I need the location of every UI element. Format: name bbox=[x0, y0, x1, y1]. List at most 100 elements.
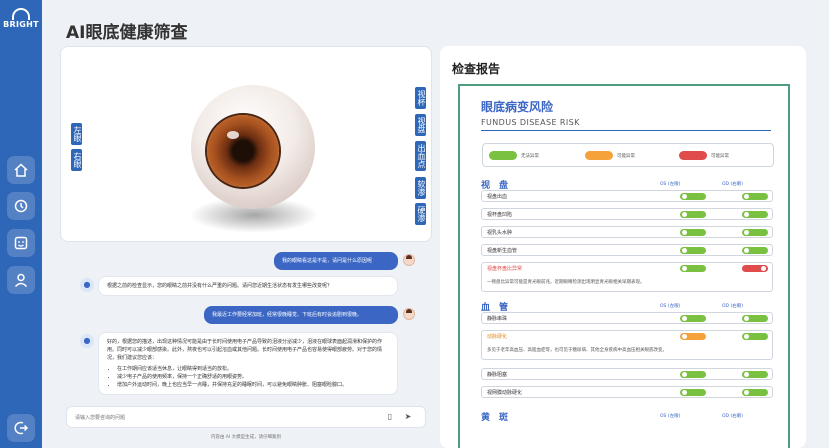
user-message: 我的眼睛看这是不是，请问是什么原因呢 bbox=[274, 252, 398, 270]
legend-normal-label: 无法异常 bbox=[521, 154, 539, 159]
sidebar: BRIGHT bbox=[0, 0, 42, 448]
legend-possible-label: 可能异常 bbox=[617, 154, 635, 159]
nav-home-button[interactable] bbox=[7, 156, 35, 184]
eye-highlight bbox=[227, 131, 239, 139]
assistant-message-text: 好的，根据您的描述，出现这种情况可能是由于长时间使用电子产品导致的泪液分泌减少，… bbox=[107, 339, 383, 361]
report-document[interactable]: 眼底病变风险 FUNDUS DISEASE RISK 无法异常 可能异常 可能异… bbox=[458, 84, 790, 448]
advice-item: 在工作期间应该适当休息，让眼睛得到适当的放松。 bbox=[117, 365, 389, 373]
od-status-toggle bbox=[742, 265, 768, 272]
legend-normal-pill bbox=[489, 151, 517, 160]
row-label: 视盘杯盘比异常 bbox=[487, 266, 523, 272]
od-status-toggle bbox=[742, 193, 768, 200]
report-row-highlight: 视盘杯盘比异常 一侧盘比异常可能是青光眼前兆，近期眼睛检测出现明显青光眼相关早期… bbox=[481, 262, 773, 292]
row-note: 一侧盘比异常可能是青光眼前兆，近期眼睛检测出现明显青光眼相关早期表现。 bbox=[487, 280, 645, 285]
os-status-toggle bbox=[680, 193, 706, 200]
os-status-toggle bbox=[680, 265, 706, 272]
brand-logo: BRIGHT bbox=[2, 8, 40, 29]
chat-input-bar: ▯ ➤ bbox=[66, 406, 426, 428]
report-row: 视盘新生血管 bbox=[481, 244, 773, 256]
os-status-toggle bbox=[680, 247, 706, 254]
row-note: 多见于老年高血压、高脂血症等，也可见于糖尿病、其他全身疾病中高血压相关眼底改变。 bbox=[487, 348, 667, 353]
legend-knob bbox=[699, 160, 704, 165]
od-status-toggle bbox=[742, 371, 768, 378]
face-scan-icon bbox=[14, 236, 28, 250]
col-os-header: OS (左眼) bbox=[660, 182, 681, 187]
attach-file-icon[interactable]: ▯ bbox=[385, 412, 395, 422]
row-label: 视网膜动脉硬化 bbox=[487, 390, 523, 396]
row-label: 视盘新生血管 bbox=[487, 248, 518, 254]
user-icon bbox=[14, 273, 28, 288]
nav-logout-button[interactable] bbox=[7, 414, 35, 442]
legend-abnormal-label: 可能异常 bbox=[711, 154, 729, 159]
tag-soft-exudate[interactable]: 软渗 bbox=[415, 177, 426, 199]
report-title: 眼底病变风险 bbox=[481, 100, 554, 114]
row-label: 静脉阻塞 bbox=[487, 372, 508, 378]
report-row-highlight: 动脉硬化 多见于老年高血压、高脂血症等，也可见于糖尿病、其他全身疾病中高血压相关… bbox=[481, 330, 773, 360]
logo-text: BRIGHT bbox=[3, 20, 39, 29]
assistant-avatar-icon: ● bbox=[80, 278, 94, 292]
ai-disclaimer: 内容由 AI 大模型生成，请仔细甄别 bbox=[210, 435, 282, 440]
left-panel: 左眼 右眼 视杯 视盘 出血点 软渗 硬渗 我的眼睛看这是不是，请问是什么原因呢… bbox=[60, 46, 432, 442]
advice-item: 减少电子产品的使用频率，保持一个正确舒适的用眼姿势。 bbox=[117, 373, 389, 381]
user-avatar bbox=[403, 254, 415, 266]
report-row: 视盘出血 bbox=[481, 190, 773, 202]
send-icon[interactable]: ➤ bbox=[403, 412, 413, 422]
risk-legend: 无法异常 可能异常 可能异常 bbox=[482, 143, 774, 167]
report-panel-title: 检查报告 bbox=[452, 62, 501, 76]
col-od-header: OD (右眼) bbox=[722, 182, 743, 187]
os-status-toggle bbox=[680, 389, 706, 396]
row-label: 动脉硬化 bbox=[487, 334, 508, 340]
legend-abnormal-pill bbox=[679, 151, 707, 165]
advice-item: 增加户外运动时间，晚上也应当早一点睡，并保持充足的睡眠时间，可以避免眼睛肿胀、阻… bbox=[117, 381, 389, 389]
eye-viewer[interactable]: 左眼 右眼 视杯 视盘 出血点 软渗 硬渗 bbox=[60, 46, 432, 242]
row-label: 视盘出血 bbox=[487, 194, 508, 200]
eye-iris bbox=[207, 115, 279, 187]
tag-hemorrhage[interactable]: 出血点 bbox=[415, 141, 426, 171]
tag-left-eye[interactable]: 左眼 bbox=[71, 123, 82, 145]
section-macula-title: 黄 斑 bbox=[481, 413, 509, 423]
user-avatar bbox=[403, 308, 415, 320]
user-message: 我最近工作要经常加班，经常很晚睡觉、下班后有时会追剧到很晚。 bbox=[204, 306, 398, 324]
od-status-toggle bbox=[742, 389, 768, 396]
report-row: 视乳头水肿 bbox=[481, 226, 773, 238]
page-title: AI眼底健康筛查 bbox=[66, 23, 188, 43]
os-status-toggle bbox=[680, 333, 706, 340]
tag-right-eye[interactable]: 右眼 bbox=[71, 149, 82, 171]
legend-possible-pill bbox=[585, 151, 613, 160]
history-icon bbox=[14, 199, 28, 213]
assistant-message: 根据之前的检查显示，您的眼睛之前并没有什么严重的问题。请问您近期生活状态有发生哪… bbox=[98, 276, 398, 296]
tag-optic-cup[interactable]: 视杯 bbox=[415, 87, 426, 109]
row-label: 视杯盘凹陷 bbox=[487, 212, 513, 218]
od-status-toggle bbox=[742, 229, 768, 236]
os-status-toggle bbox=[680, 211, 706, 218]
col-od-header: OD (右眼) bbox=[722, 304, 743, 309]
col-od-header: OD (右眼) bbox=[722, 414, 743, 419]
report-row: 视杯盘凹陷 bbox=[481, 208, 773, 220]
od-status-toggle bbox=[742, 333, 768, 340]
col-os-header: OS (左眼) bbox=[660, 414, 681, 419]
os-status-toggle bbox=[680, 371, 706, 378]
report-row: 视网膜动脉硬化 bbox=[481, 386, 773, 398]
row-label: 视乳头水肿 bbox=[487, 230, 513, 236]
os-status-toggle bbox=[680, 315, 706, 322]
report-divider bbox=[481, 130, 771, 131]
nav-scan-button[interactable] bbox=[7, 229, 35, 257]
od-status-toggle bbox=[742, 211, 768, 218]
assistant-message: 好的，根据您的描述，出现这种情况可能是由于长时间使用电子产品导致的泪液分泌减少，… bbox=[98, 332, 398, 395]
logo-mark-icon bbox=[12, 8, 30, 20]
home-icon bbox=[14, 163, 28, 177]
nav-history-button[interactable] bbox=[7, 192, 35, 220]
od-status-toggle bbox=[742, 247, 768, 254]
row-label: 静脉串珠 bbox=[487, 316, 508, 322]
assistant-avatar-icon: ● bbox=[80, 334, 94, 348]
tag-hard-exudate[interactable]: 硬渗 bbox=[415, 203, 426, 225]
col-os-header: OS (左眼) bbox=[660, 304, 681, 309]
tag-optic-disc[interactable]: 视盘 bbox=[415, 114, 426, 136]
logout-icon bbox=[14, 421, 29, 435]
nav-user-button[interactable] bbox=[7, 266, 35, 294]
os-status-toggle bbox=[680, 229, 706, 236]
od-status-toggle bbox=[742, 315, 768, 322]
report-subtitle: FUNDUS DISEASE RISK bbox=[481, 118, 580, 127]
chat-input[interactable] bbox=[75, 412, 365, 424]
chat-thread[interactable]: 我的眼睛看这是不是，请问是什么原因呢 ● 根据之前的检查显示，您的眼睛之前并没有… bbox=[60, 250, 432, 404]
